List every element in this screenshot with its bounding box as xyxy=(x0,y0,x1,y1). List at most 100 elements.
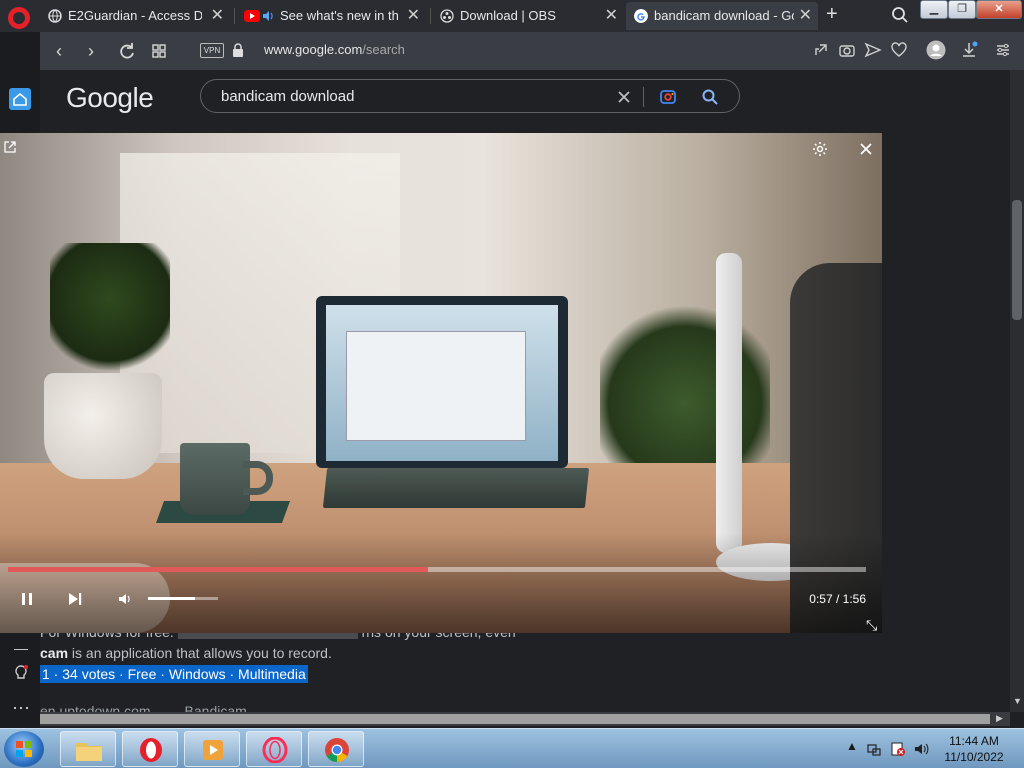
taskbar-media-player[interactable] xyxy=(184,731,240,767)
volume-tray-icon[interactable] xyxy=(914,741,930,757)
back-button[interactable]: ‹ xyxy=(48,40,70,62)
opera-icon xyxy=(140,738,162,762)
opera-menu-icon[interactable] xyxy=(8,7,30,29)
send-icon[interactable] xyxy=(864,41,882,59)
url-path: /search xyxy=(362,42,405,57)
dash-icon[interactable]: — xyxy=(14,640,28,656)
video-progress-bar[interactable] xyxy=(8,567,866,572)
source-title[interactable]: Bandicam xyxy=(185,703,247,712)
screen: E2Guardian - Access Denie ✕ See what's n… xyxy=(0,0,1024,768)
folder-icon xyxy=(76,743,102,761)
tab-separator xyxy=(430,8,431,24)
settings-gear-icon[interactable] xyxy=(812,141,828,157)
close-tab-icon[interactable]: ✕ xyxy=(799,2,812,30)
picture-in-picture-video[interactable]: 0:57 / 1:56 xyxy=(0,133,882,633)
result-source[interactable]: en.uptodown.com Bandicam xyxy=(40,703,247,712)
vpn-badge[interactable]: VPN xyxy=(200,43,224,58)
youtube-icon xyxy=(244,10,260,22)
video-scene-laptop-keyboard xyxy=(322,468,590,508)
google-lens-icon[interactable] xyxy=(659,88,677,106)
clock-date: 11/10/2022 xyxy=(944,750,1004,764)
share-icon[interactable] xyxy=(812,41,830,59)
horizontal-scrollbar[interactable]: ▶ xyxy=(40,712,1010,726)
tab-title: Download | OBS xyxy=(460,8,556,23)
new-tab-button[interactable]: + xyxy=(826,3,838,26)
pop-out-icon[interactable] xyxy=(4,141,16,153)
tab-youtube[interactable]: See what's new in the W ✕ xyxy=(236,2,426,30)
network-icon[interactable] xyxy=(866,741,882,757)
tab-grid-icon[interactable] xyxy=(148,40,170,62)
video-scene-pot xyxy=(44,373,162,479)
url-field[interactable]: www.google.com/search xyxy=(264,42,405,57)
volume-slider[interactable] xyxy=(148,597,218,600)
result-snippet-line-2: cam is an application that allows you to… xyxy=(40,645,332,661)
globe-icon xyxy=(48,9,62,23)
tab-e2guardian[interactable]: E2Guardian - Access Denie ✕ xyxy=(40,2,230,30)
tab-search-icon[interactable] xyxy=(891,6,909,24)
next-track-icon[interactable] xyxy=(68,592,82,606)
camera-icon[interactable] xyxy=(838,41,856,59)
close-window-button[interactable]: ✕ xyxy=(976,0,1022,19)
clear-search-icon[interactable] xyxy=(615,88,633,106)
taskbar-opera[interactable] xyxy=(122,731,178,767)
google-search-header: Google bandicam download xyxy=(40,70,1010,122)
video-controls-shade xyxy=(0,533,882,633)
scroll-down-arrow[interactable]: ▼ xyxy=(1013,696,1022,706)
home-icon[interactable] xyxy=(9,88,31,110)
volume-icon[interactable] xyxy=(118,592,132,606)
vertical-scrollbar[interactable]: ▼ xyxy=(1010,70,1024,712)
windows-taskbar: ▲ 11:44 AM 11/10/2022 xyxy=(0,728,1024,768)
more-options-icon[interactable]: ⋯ xyxy=(12,698,30,719)
selected-text[interactable]: 1 · 34 votes · Free · Windows · Multimed… xyxy=(40,665,308,683)
tab-obs[interactable]: Download | OBS ✕ xyxy=(432,2,624,30)
taskbar-chrome[interactable] xyxy=(308,731,364,767)
minimize-button[interactable]: ▁ xyxy=(920,0,948,19)
resize-handle-icon[interactable]: ⤡ xyxy=(866,617,877,634)
scroll-right-arrow[interactable]: ▶ xyxy=(996,713,1003,724)
clock-time: 11:44 AM xyxy=(949,734,999,748)
pause-icon[interactable] xyxy=(20,592,34,606)
easy-setup-icon[interactable] xyxy=(994,41,1012,59)
tab-google-active[interactable]: bandicam download - Goo ✕ xyxy=(626,2,818,30)
search-box[interactable]: bandicam download xyxy=(200,79,740,113)
account-icon[interactable] xyxy=(926,40,946,60)
video-scene-lamp xyxy=(716,253,742,553)
close-tab-icon[interactable]: ✕ xyxy=(605,2,618,30)
tab-separator xyxy=(234,8,235,24)
search-icon[interactable] xyxy=(701,88,719,106)
close-video-icon[interactable] xyxy=(859,142,873,156)
tab-title: See what's new in the W xyxy=(280,8,398,23)
lightbulb-icon[interactable] xyxy=(12,664,30,682)
tab-title: E2Guardian - Access Denie xyxy=(68,8,202,23)
video-scene-mug xyxy=(180,443,250,515)
search-query[interactable]: bandicam download xyxy=(221,88,354,105)
system-clock[interactable]: 11:44 AM 11/10/2022 xyxy=(932,733,1016,765)
result-meta[interactable]: 1 · 34 votes · Free · Windows · Multimed… xyxy=(40,665,308,683)
forward-button[interactable]: › xyxy=(80,40,102,62)
taskbar-explorer[interactable] xyxy=(60,731,116,767)
video-scene-laptop-window xyxy=(346,331,526,441)
vertical-scroll-thumb[interactable] xyxy=(1012,200,1022,320)
start-button[interactable] xyxy=(4,731,44,767)
source-domain[interactable]: en.uptodown.com xyxy=(40,703,151,712)
speaker-icon[interactable] xyxy=(262,10,274,22)
action-center-alert-icon[interactable] xyxy=(890,741,906,757)
restore-button[interactable]: ❐ xyxy=(948,0,976,19)
close-tab-icon[interactable]: ✕ xyxy=(211,2,224,30)
opera-gx-icon xyxy=(262,737,288,763)
volume-fill xyxy=(148,597,195,600)
tab-title: bandicam download - Goo xyxy=(654,8,794,23)
horizontal-scroll-thumb[interactable] xyxy=(40,714,990,724)
google-logo[interactable]: Google xyxy=(66,82,154,114)
reload-icon[interactable] xyxy=(116,40,138,62)
tray-expand-icon[interactable]: ▲ xyxy=(846,739,858,753)
url-host: www.google.com xyxy=(264,42,363,57)
media-player-icon xyxy=(203,740,223,760)
chrome-icon xyxy=(325,738,349,762)
download-icon[interactable] xyxy=(960,41,978,59)
close-tab-icon[interactable]: ✕ xyxy=(407,2,420,30)
heart-icon[interactable] xyxy=(890,41,908,59)
lock-icon[interactable] xyxy=(232,43,244,57)
taskbar-opera-gx[interactable] xyxy=(246,731,302,767)
video-scene-mug-handle xyxy=(243,461,273,495)
